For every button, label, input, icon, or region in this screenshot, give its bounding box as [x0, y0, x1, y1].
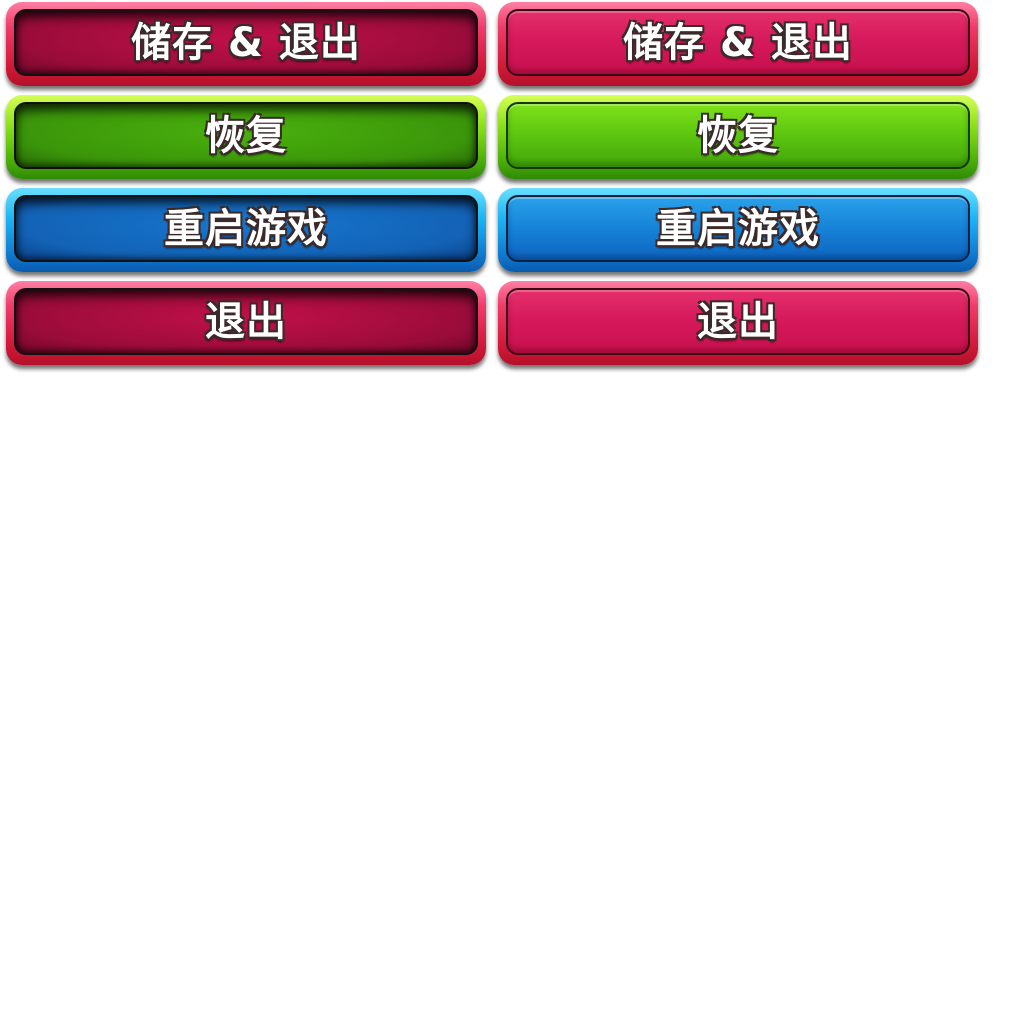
button-label: 恢复: [205, 112, 287, 159]
button-label: 重启游戏: [164, 205, 328, 252]
save-exit-button-pressed[interactable]: 储存 & 退出: [6, 2, 486, 86]
button-face: 退出: [506, 288, 970, 355]
button-face: 恢复: [14, 102, 478, 169]
button-face: 退出: [14, 288, 478, 355]
button-label: 重启游戏: [656, 205, 820, 252]
button-sprite-sheet: 储存 & 退出 储存 & 退出 恢复 恢复 重启游戏 重启游戏 退出 退出: [0, 0, 1024, 1024]
button-face: 重启游戏: [506, 195, 970, 262]
restart-game-button-pressed[interactable]: 重启游戏: [6, 188, 486, 272]
exit-button-pressed[interactable]: 退出: [6, 281, 486, 365]
resume-button[interactable]: 恢复: [498, 95, 978, 179]
exit-button[interactable]: 退出: [498, 281, 978, 365]
button-face: 储存 & 退出: [506, 9, 970, 76]
button-label: 退出: [205, 298, 287, 345]
button-face: 储存 & 退出: [14, 9, 478, 76]
resume-button-pressed[interactable]: 恢复: [6, 95, 486, 179]
restart-game-button[interactable]: 重启游戏: [498, 188, 978, 272]
button-label: 储存 & 退出: [623, 19, 853, 66]
button-label: 储存 & 退出: [131, 19, 361, 66]
button-face: 恢复: [506, 102, 970, 169]
button-label: 退出: [697, 298, 779, 345]
button-face: 重启游戏: [14, 195, 478, 262]
button-label: 恢复: [697, 112, 779, 159]
save-exit-button[interactable]: 储存 & 退出: [498, 2, 978, 86]
